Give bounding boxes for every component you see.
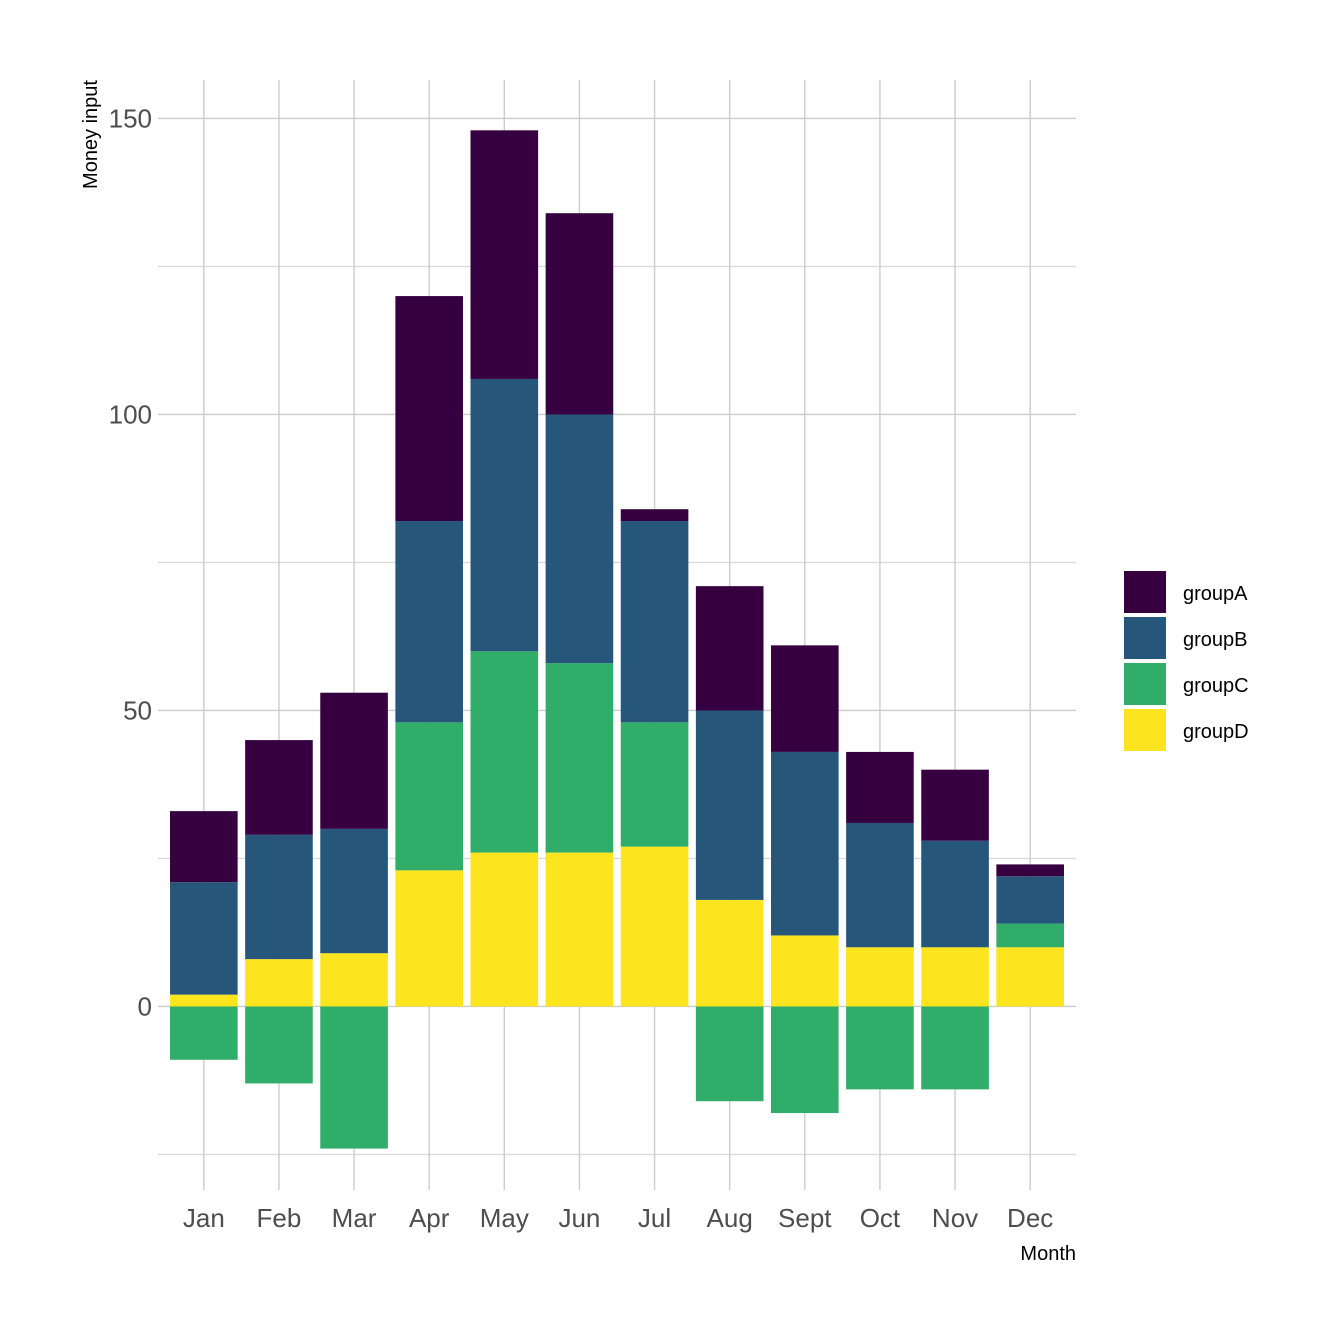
bar-groupC-mar <box>320 1006 388 1149</box>
bars <box>170 130 1064 1149</box>
bar-groupA-oct <box>846 751 914 823</box>
legend: groupA groupB groupC groupD <box>1124 571 1249 751</box>
bar-groupD-feb <box>245 959 313 1007</box>
x-tick-label: May <box>480 1203 529 1233</box>
bar-groupA-dec <box>996 864 1064 877</box>
bar-groupD-sept <box>771 935 839 1007</box>
bar-groupC-nov <box>921 1006 989 1090</box>
y-tick-label: 100 <box>109 399 152 429</box>
bar-groupD-apr <box>395 870 463 1007</box>
bar-groupC-aug <box>695 1006 764 1102</box>
bar-groupB-sept <box>771 751 839 936</box>
legend-label: groupC <box>1183 675 1249 697</box>
x-tick-label: Jan <box>183 1203 225 1233</box>
bar-groupC-dec <box>996 923 1064 948</box>
bar-groupD-jun <box>545 852 614 1007</box>
legend-key-groupA <box>1124 571 1166 613</box>
stacked-bar-chart: 0 50 100 150 Jan Feb Mar Apr May Jun Jul Aug Sept Oc… <box>80 80 1249 1265</box>
bar-groupB-jun <box>545 414 614 664</box>
legend-label: groupA <box>1183 583 1248 605</box>
bar-groupA-jul <box>620 509 689 522</box>
bar-groupC-may <box>470 651 539 853</box>
bar-groupD-aug <box>695 899 764 1007</box>
y-tick-label: 150 <box>109 103 152 133</box>
legend-label: groupD <box>1183 721 1249 743</box>
bar-groupD-nov <box>921 947 989 1007</box>
x-axis-tick-labels: Jan Feb Mar Apr May Jun Jul Aug Sept Oct Nov Dec <box>183 1203 1053 1233</box>
bar-groupA-may <box>470 130 539 379</box>
x-tick-label: Jul <box>638 1203 671 1233</box>
legend-key-groupC <box>1124 663 1166 705</box>
bar-groupC-oct <box>846 1006 914 1090</box>
bar-groupD-may <box>470 852 539 1007</box>
x-axis-title: Month <box>1020 1243 1076 1265</box>
bar-groupA-jun <box>545 213 614 415</box>
bar-groupA-nov <box>921 769 989 841</box>
bar-groupD-jul <box>620 846 689 1007</box>
y-axis-title: Money input <box>80 80 102 189</box>
bar-groupB-feb <box>245 834 313 960</box>
bar-groupC-jun <box>545 663 614 853</box>
y-tick-label: 0 <box>138 991 152 1021</box>
bar-groupB-jul <box>620 521 689 723</box>
legend-key-groupD <box>1124 709 1166 751</box>
x-tick-label: Feb <box>257 1203 302 1233</box>
bar-groupA-feb <box>245 740 313 835</box>
bar-groupB-oct <box>846 822 914 948</box>
x-tick-label: Oct <box>860 1203 901 1233</box>
y-axis-tick-labels: 0 50 100 150 <box>109 103 152 1021</box>
x-tick-label: Apr <box>409 1203 450 1233</box>
x-tick-label: Mar <box>332 1203 377 1233</box>
legend-label: groupB <box>1183 629 1248 651</box>
bar-groupC-jan <box>170 1006 238 1060</box>
bar-groupB-mar <box>320 828 388 954</box>
bar-groupA-jan <box>170 811 238 883</box>
bar-groupC-apr <box>395 722 463 871</box>
bar-groupC-sept <box>771 1006 839 1114</box>
y-tick-label: 50 <box>123 695 152 725</box>
bar-groupA-sept <box>771 645 839 752</box>
x-tick-label: Dec <box>1007 1203 1053 1233</box>
bar-groupC-jul <box>620 722 689 847</box>
x-tick-label: Aug <box>707 1203 753 1233</box>
bar-groupA-apr <box>395 296 463 522</box>
x-tick-label: Jun <box>558 1203 600 1233</box>
bar-groupD-mar <box>320 953 388 1007</box>
bar-groupB-dec <box>996 876 1064 924</box>
bar-groupB-aug <box>695 710 764 900</box>
bar-groupB-jan <box>170 882 238 995</box>
bar-groupB-may <box>470 378 539 652</box>
legend-key-groupB <box>1124 617 1166 659</box>
bar-groupC-feb <box>245 1006 313 1084</box>
bar-groupB-nov <box>921 840 989 948</box>
bar-groupD-jan <box>170 994 238 1007</box>
bar-groupA-aug <box>695 586 764 711</box>
bar-groupD-dec <box>996 947 1064 1007</box>
bar-groupA-mar <box>320 692 388 829</box>
x-tick-label: Sept <box>778 1203 832 1233</box>
bar-groupD-oct <box>846 947 914 1007</box>
bar-groupB-apr <box>395 521 463 723</box>
x-tick-label: Nov <box>932 1203 978 1233</box>
